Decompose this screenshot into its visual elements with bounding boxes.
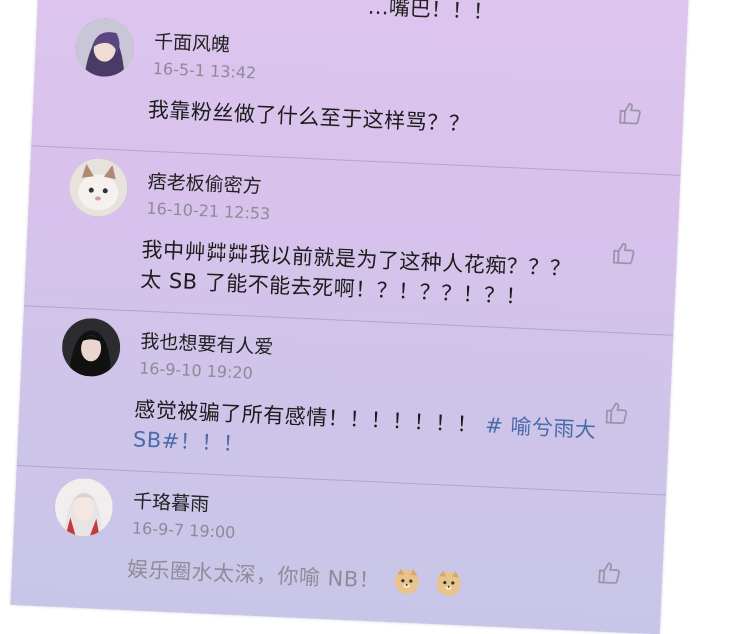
comment-item: 痞老板偷密方 16-10-21 12:53 我中艸茻茻我以前就是为了这种人花痴？… [23,145,681,336]
comment-text-main: 娱乐圈水太深，你喻 NB！ [126,557,381,593]
comment-username[interactable]: 我也想要有人爱 [140,327,274,360]
user-avatar[interactable] [60,317,122,378]
comment-timestamp: 16-9-10 19:20 [138,358,254,383]
comment-timestamp: 16-9-7 19:00 [131,518,236,543]
doge-emoji-icon [434,568,463,597]
comment-username[interactable]: 痞老板偷密方 [147,167,262,199]
avatar-anime-red [53,476,115,538]
comment-text: 我靠粉丝做了什么至于这样骂？？ [147,97,471,137]
user-avatar[interactable] [68,157,129,218]
thumbs-up-icon[interactable] [617,100,644,127]
comment-text: 感觉被骗了所有感情！！！！！！！ # 喻兮雨大 SB#！！！ [132,394,624,476]
user-avatar[interactable] [53,476,115,538]
avatar-girl [60,317,122,378]
comment-item: 千珞暮雨 16-9-7 19:00 娱乐圈水太深，你喻 NB！ [10,465,666,634]
comment-text: 娱乐圈水太深，你喻 NB！ [126,554,597,605]
comment-username[interactable]: 千珞暮雨 [133,486,210,516]
thumbs-up-icon[interactable] [596,559,623,586]
thumbs-up-icon[interactable] [603,400,630,427]
comment-timestamp: 16-5-1 13:42 [152,58,257,83]
user-avatar[interactable] [74,17,136,78]
comment-username[interactable]: 千面风魄 [154,27,231,57]
comment-list: …嘴巴！！！ 千面风魄 16-5-1 13:42 我靠粉丝做了什么至于这样骂？？ [10,0,690,634]
topic-tag-link[interactable]: # 喻兮雨大 [485,413,597,442]
comment-text: 我中艸茻茻我以前就是为了这种人花痴？？？ 太 SB 了能不能去死啊！？！？？！？… [140,235,612,316]
comment-timestamp: 16-10-21 12:53 [146,198,271,224]
comment-item: 我也想要有人爱 16-9-10 19:20 感觉被骗了所有感情！！！！！！！ #… [16,305,674,496]
thumbs-up-icon[interactable] [610,240,637,267]
avatar-anime-purple [74,17,136,78]
doge-emoji-icon [393,566,422,595]
avatar-cat [68,157,129,218]
